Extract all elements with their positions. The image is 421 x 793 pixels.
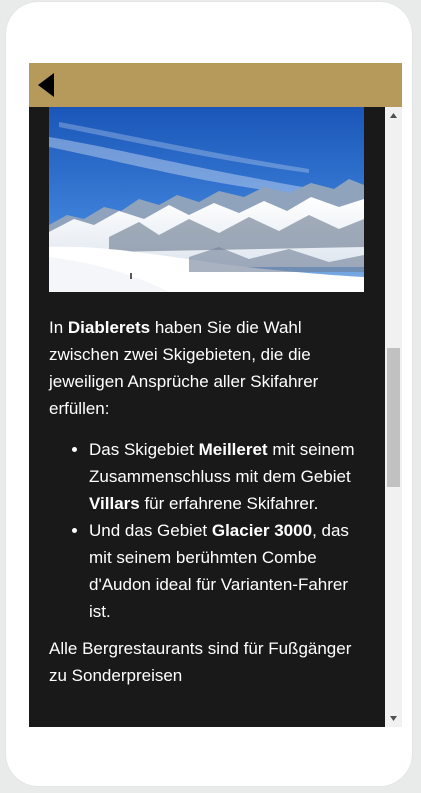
- closing-paragraph: Alle Bergrestaurants sind für Fußgänger …: [49, 639, 352, 685]
- scroll-down-button[interactable]: [385, 710, 402, 727]
- list-item: Das Skigebiet Meilleret mit seinem Zusam…: [89, 436, 371, 517]
- list-item: Und das Gebiet Glacier 3000, das mit sei…: [89, 517, 371, 625]
- ski-areas-list: Das Skigebiet Meilleret mit seinem Zusam…: [49, 436, 371, 625]
- scroll-down-arrow-icon: [390, 716, 397, 721]
- back-arrow-icon: [38, 73, 54, 97]
- article-text: In Diablerets haben Sie die Wahl zwische…: [49, 314, 371, 689]
- app-screen: In Diablerets haben Sie die Wahl zwische…: [29, 63, 402, 727]
- vertical-scrollbar[interactable]: [385, 107, 402, 727]
- intro-paragraph: In Diablerets haben Sie die Wahl zwische…: [49, 318, 319, 418]
- intro-highlight: Diablerets: [67, 318, 151, 337]
- mountain-photo: [49, 107, 364, 292]
- phone-frame: In Diablerets haben Sie die Wahl zwische…: [6, 2, 412, 786]
- scrollbar-thumb[interactable]: [387, 348, 400, 487]
- scroll-up-button[interactable]: [385, 107, 402, 124]
- scroll-up-arrow-icon: [390, 113, 397, 118]
- header-bar: [29, 63, 402, 107]
- hero-image: [49, 107, 364, 292]
- article-content: In Diablerets haben Sie die Wahl zwische…: [29, 107, 385, 727]
- back-button[interactable]: [37, 72, 61, 98]
